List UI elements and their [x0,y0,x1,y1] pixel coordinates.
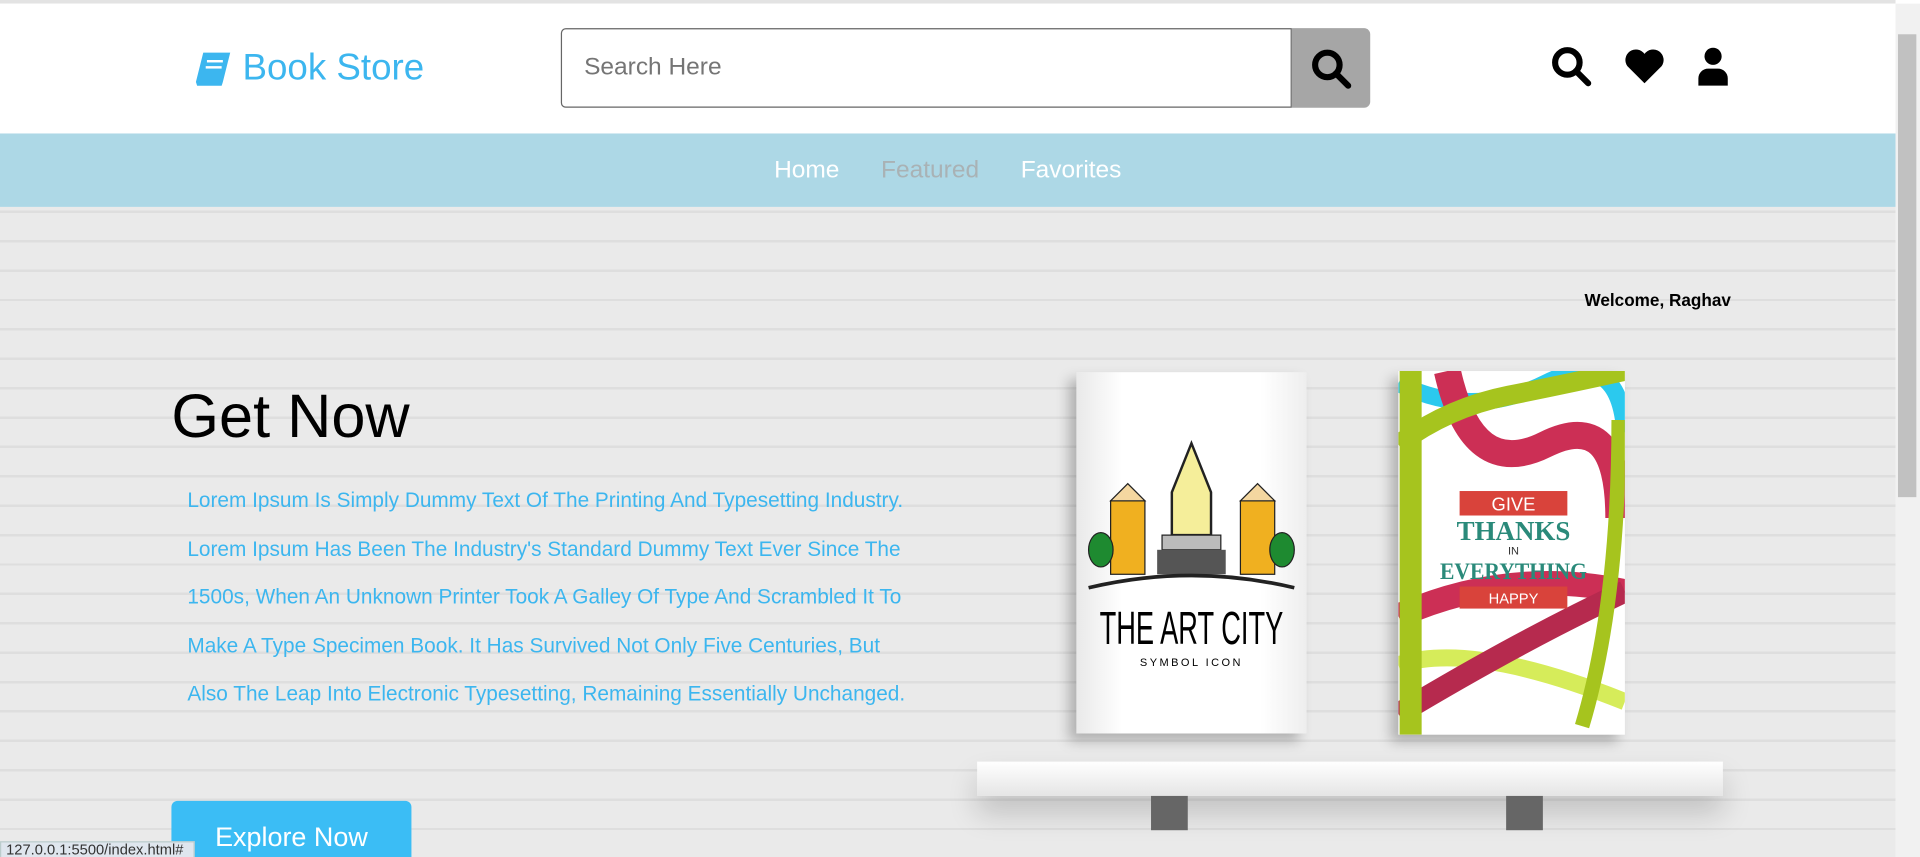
search-button[interactable] [1291,28,1371,108]
logo-text: Book Store [242,47,425,89]
book-shelf [977,761,1723,796]
welcome-text: Welcome, Raghav [1584,290,1731,310]
book-give-thanks[interactable]: GIVE THANKS IN EVERYTHING HAPPY [1398,371,1625,735]
svg-text:HAPPY: HAPPY [1489,592,1539,608]
book-subtitle: SYMBOL ICON [1140,657,1243,669]
book-icon [195,52,231,86]
svg-text:IN: IN [1508,546,1519,558]
book-art-city[interactable]: THE ART CITY SYMBOL ICON [1076,372,1307,734]
header: Book Store [0,3,1896,134]
svg-text:EVERYTHING: EVERYTHING [1440,559,1587,585]
user-icon[interactable] [1697,47,1729,86]
pen-pencils-illustration: THE ART CITY SYMBOL ICON [1087,439,1295,669]
explore-now-button[interactable]: Explore Now [171,800,412,857]
search-form [560,28,1371,108]
header-icons [1550,45,1729,87]
hero-section: Welcome, Raghav Get Now Lorem Ipsum Is S… [0,206,1896,857]
book-title: THE ART CITY [1100,602,1284,654]
logo[interactable]: Book Store [193,48,424,90]
main-nav: Home Featured Favorites [0,133,1896,207]
svg-text:THANKS: THANKS [1457,516,1571,546]
search-icon[interactable] [1550,45,1592,87]
nav-home[interactable]: Home [774,156,839,184]
nav-favorites[interactable]: Favorites [1021,156,1122,184]
scrollbar-thumb[interactable] [1897,34,1917,498]
shelf-bracket [1151,795,1188,831]
svg-text:GIVE: GIVE [1492,494,1536,515]
shelf-bracket [1506,795,1543,831]
search-input[interactable] [560,28,1292,108]
nav-featured[interactable]: Featured [881,156,979,184]
give-thanks-cover: GIVE THANKS IN EVERYTHING HAPPY [1398,371,1625,735]
hero-description: Lorem Ipsum Is Simply Dummy Text Of The … [187,488,906,706]
hero-title: Get Now [171,382,410,451]
search-icon [1312,48,1352,89]
status-bar-url: 127.0.0.1:5500/index.html# [0,841,195,857]
heart-icon[interactable] [1624,48,1666,85]
